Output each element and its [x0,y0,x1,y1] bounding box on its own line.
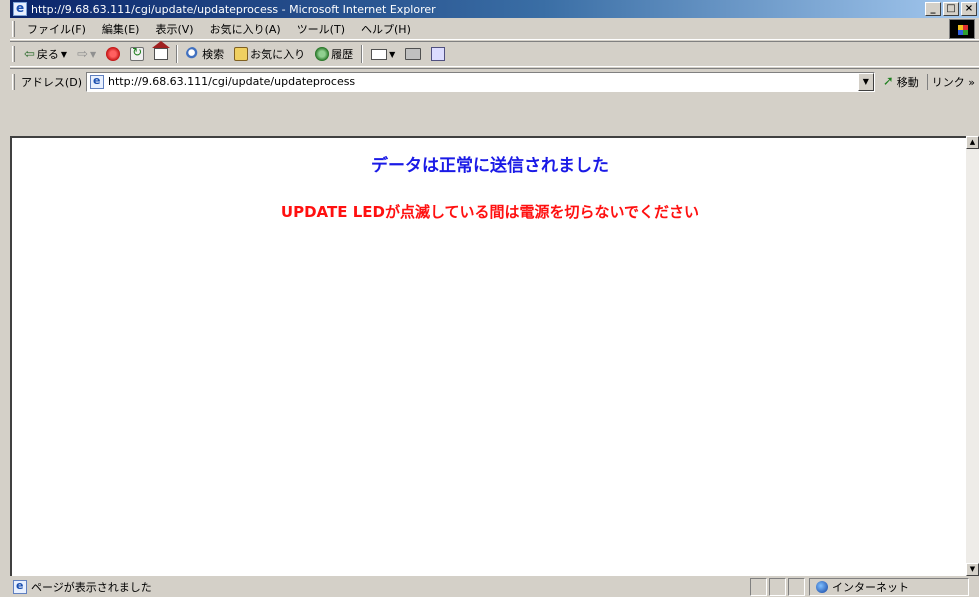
go-button[interactable]: ➚ 移動 [875,74,927,90]
minimize-button[interactable]: _ [925,2,941,16]
browser-window: http://9.68.63.111/cgi/update/updateproc… [0,0,979,597]
search-label: 検索 [202,48,225,61]
refresh-button[interactable] [125,43,149,65]
links-button[interactable]: リンク » [926,73,979,90]
address-bar: アドレス(D) http://9.68.63.111/cgi/update/up… [10,68,979,94]
status-text: ページが表示されました [31,580,152,594]
search-icon [186,47,201,61]
menu-favorites[interactable]: お気に入り(A) [202,21,289,37]
page-content: データは正常に送信されました UPDATE LEDが点滅している間は電源を切らな… [10,136,966,576]
standard-toolbar: ⇦ 戻る ▼ ⇨ ▼ 検索 お気に入り 履歴 ▼ [10,41,979,67]
status-page-icon [13,579,27,594]
vertical-scrollbar[interactable]: ▲ ▼ [966,136,979,576]
status-cell [750,577,767,596]
go-label: 移動 [896,75,919,89]
windows-logo-icon [949,19,975,39]
back-dropdown-icon[interactable]: ▼ [61,50,67,59]
back-label: 戻る [36,48,59,61]
toolbar-spacer [10,94,979,136]
edit-button[interactable] [426,43,450,65]
status-main-panel: ページが表示されました [10,578,748,596]
toolbar-separator [361,45,364,63]
toolbar-grip[interactable] [12,46,15,62]
home-icon [152,41,171,60]
globe-icon [816,580,828,593]
refresh-icon [130,45,145,61]
mail-dropdown-icon[interactable]: ▼ [389,50,395,59]
history-button[interactable]: 履歴 [310,43,358,65]
print-icon [405,48,422,60]
favorites-icon [234,47,249,61]
edit-icon [431,47,446,61]
status-cell [788,577,805,596]
title-bar[interactable]: http://9.68.63.111/cgi/update/updateproc… [10,0,979,18]
status-cell [769,577,786,596]
address-url[interactable]: http://9.68.63.111/cgi/update/updateproc… [108,75,355,88]
forward-button[interactable]: ⇨ ▼ [72,43,101,65]
forward-arrow-icon: ⇨ [77,46,88,62]
go-arrow-icon: ➚ [882,74,894,89]
maximize-button[interactable]: □ [943,2,959,16]
address-input[interactable]: http://9.68.63.111/cgi/update/updateproc… [86,71,875,92]
close-button[interactable]: × [961,2,977,16]
history-label: 履歴 [331,48,354,61]
address-dropdown-icon[interactable]: ▼ [857,72,874,91]
mail-icon [371,48,388,60]
menu-tools[interactable]: ツール(T) [289,21,353,37]
status-bar: ページが表示されました インターネット [10,576,979,597]
stop-button[interactable] [101,43,125,65]
stop-icon [106,47,121,61]
toolbar-separator [176,45,179,63]
zone-label: インターネット [832,580,909,594]
menu-help[interactable]: ヘルプ(H) [353,21,419,37]
window-controls: _ □ × [925,2,977,16]
history-icon [315,47,330,61]
menu-bar: ファイル(F) 編集(E) 表示(V) お気に入り(A) ツール(T) ヘルプ(… [10,18,979,40]
window-title: http://9.68.63.111/cgi/update/updateproc… [31,2,436,16]
back-button[interactable]: ⇦ 戻る ▼ [19,43,72,65]
scroll-down-button[interactable]: ▼ [966,563,979,576]
scroll-up-button[interactable]: ▲ [966,136,979,149]
address-grip[interactable] [12,73,15,90]
ie-icon [13,1,27,16]
menu-file[interactable]: ファイル(F) [19,21,94,37]
search-button[interactable]: 検索 [181,43,229,65]
favorites-label: お気に入り [250,48,306,61]
address-label: アドレス(D) [20,75,82,89]
forward-dropdown-icon[interactable]: ▼ [90,50,96,59]
menu-edit[interactable]: 編集(E) [94,21,148,37]
mail-button[interactable]: ▼ [366,43,400,65]
home-button[interactable] [149,41,173,65]
warning-message: UPDATE LEDが点滅している間は電源を切らないでください [280,203,700,221]
back-arrow-icon: ⇦ [24,46,35,62]
menu-grip[interactable] [12,20,15,37]
security-zone[interactable]: インターネット [809,577,969,596]
page-icon [90,74,104,89]
success-message: データは正常に送信されました [371,156,609,176]
print-button[interactable] [400,43,426,65]
menu-view[interactable]: 表示(V) [147,21,201,37]
favorites-button[interactable]: お気に入り [229,43,310,65]
